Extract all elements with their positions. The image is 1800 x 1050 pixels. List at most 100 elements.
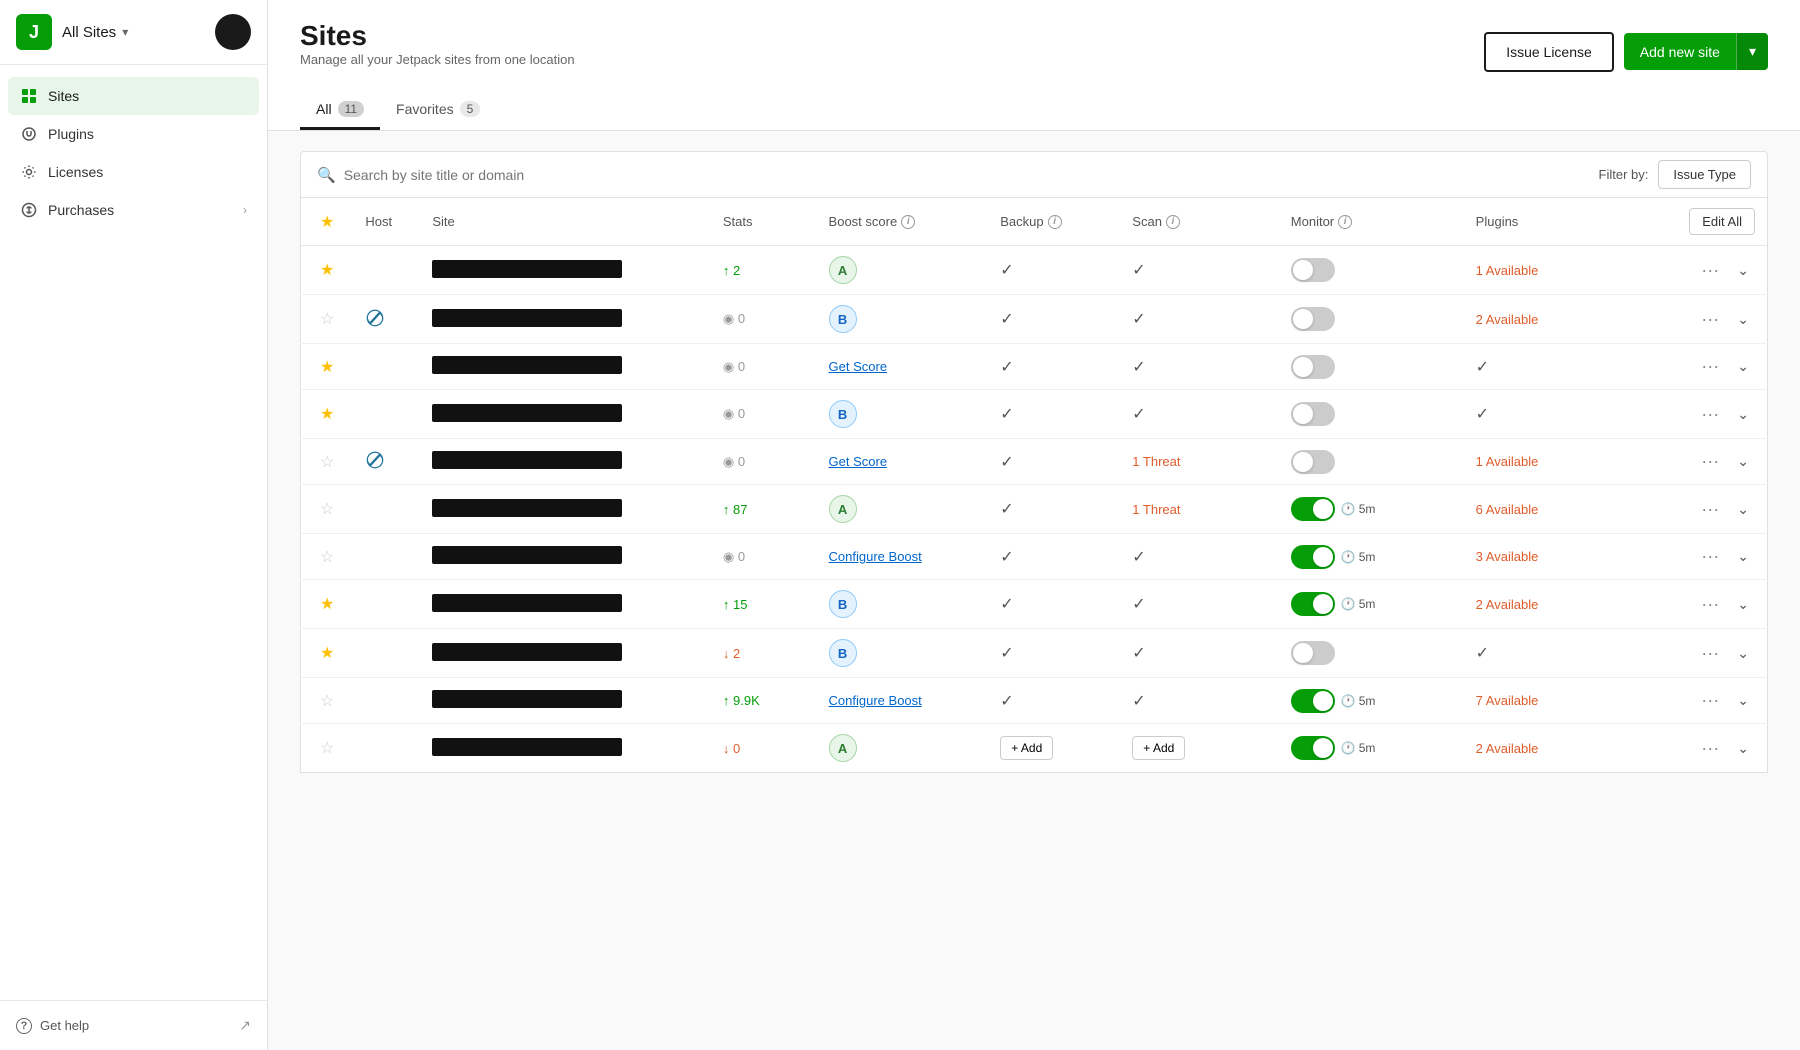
star-icon[interactable]: ☆ [320,740,334,757]
boost-info-icon[interactable]: i [901,215,915,229]
more-options-button[interactable]: ··· [1695,354,1725,379]
monitor-toggle[interactable] [1291,689,1335,713]
monitor-toggle[interactable] [1291,307,1335,331]
star-cell[interactable]: ☆ [301,724,354,773]
star-cell[interactable]: ☆ [301,295,354,344]
boost-link[interactable]: Get Score [829,454,888,469]
filter-issue-type-button[interactable]: Issue Type [1658,160,1751,189]
more-options-button[interactable]: ··· [1695,307,1725,332]
more-options-button[interactable]: ··· [1695,544,1725,569]
star-icon[interactable]: ☆ [320,311,334,328]
boost-link[interactable]: Get Score [829,359,888,374]
more-options-button[interactable]: ··· [1695,736,1725,761]
boost-cell[interactable]: B [817,580,989,629]
monitor-toggle[interactable] [1291,641,1335,665]
star-icon[interactable]: ☆ [320,549,334,566]
star-cell[interactable]: ☆ [301,485,354,534]
plugins-available[interactable]: 1 Available [1476,263,1539,278]
boost-link[interactable]: Configure Boost [829,693,922,708]
avatar[interactable] [215,14,251,50]
boost-cell[interactable]: Get Score [817,439,989,485]
tab-all[interactable]: All 11 [300,91,380,130]
star-cell[interactable]: ☆ [301,439,354,485]
star-icon[interactable]: ★ [320,645,334,662]
boost-cell[interactable]: B [817,629,989,678]
expand-row-button[interactable]: ⌄ [1731,451,1755,472]
scan-threat-link[interactable]: 1 Threat [1132,502,1180,517]
expand-row-button[interactable]: ⌄ [1731,690,1755,711]
backup-add-button[interactable]: + Add [1000,736,1053,760]
help-link[interactable]: ? Get help [16,1018,89,1034]
sidebar-item-purchases[interactable]: Purchases › [8,191,259,229]
star-icon[interactable]: ★ [320,406,334,423]
expand-row-button[interactable]: ⌄ [1731,356,1755,377]
expand-row-button[interactable]: ⌄ [1731,260,1755,281]
search-input[interactable] [344,167,1589,183]
plugins-available[interactable]: 1 Available [1476,454,1539,469]
sidebar-item-plugins[interactable]: Plugins [8,115,259,153]
boost-cell[interactable]: B [817,295,989,344]
more-options-button[interactable]: ··· [1695,641,1725,666]
backup-info-icon[interactable]: i [1048,215,1062,229]
plugins-available[interactable]: 2 Available [1476,312,1539,327]
scan-add-button[interactable]: + Add [1132,736,1185,760]
more-options-button[interactable]: ··· [1695,592,1725,617]
scan-threat-link[interactable]: 1 Threat [1132,454,1180,469]
star-cell[interactable]: ☆ [301,678,354,724]
star-cell[interactable]: ☆ [301,534,354,580]
monitor-toggle[interactable] [1291,450,1335,474]
expand-row-button[interactable]: ⌄ [1731,594,1755,615]
plugins-available[interactable]: 7 Available [1476,693,1539,708]
issue-license-button[interactable]: Issue License [1484,32,1614,72]
edit-all-button[interactable]: Edit All [1689,208,1755,235]
sidebar-item-sites[interactable]: Sites [8,77,259,115]
add-new-site-button[interactable]: Add new site ▾ [1624,33,1768,70]
external-link-icon[interactable]: ↗ [239,1017,251,1034]
more-options-button[interactable]: ··· [1695,497,1725,522]
more-options-button[interactable]: ··· [1695,258,1725,283]
boost-cell[interactable]: Configure Boost [817,534,989,580]
star-cell[interactable]: ★ [301,246,354,295]
monitor-toggle[interactable] [1291,258,1335,282]
monitor-toggle[interactable] [1291,402,1335,426]
star-icon[interactable]: ★ [320,359,334,376]
boost-cell[interactable]: Get Score [817,344,989,390]
plugins-available[interactable]: 3 Available [1476,549,1539,564]
boost-cell[interactable]: B [817,390,989,439]
monitor-info-icon[interactable]: i [1338,215,1352,229]
monitor-toggle[interactable] [1291,736,1335,760]
expand-row-button[interactable]: ⌄ [1731,499,1755,520]
star-icon[interactable]: ☆ [320,501,334,518]
expand-row-button[interactable]: ⌄ [1731,738,1755,759]
expand-row-button[interactable]: ⌄ [1731,404,1755,425]
star-icon[interactable]: ★ [320,262,334,279]
boost-cell[interactable]: A [817,724,989,773]
star-icon[interactable]: ☆ [320,454,334,471]
star-cell[interactable]: ★ [301,580,354,629]
expand-row-button[interactable]: ⌄ [1731,643,1755,664]
boost-link[interactable]: Configure Boost [829,549,922,564]
star-icon[interactable]: ☆ [320,693,334,710]
monitor-toggle[interactable] [1291,355,1335,379]
star-cell[interactable]: ★ [301,390,354,439]
boost-cell[interactable]: A [817,485,989,534]
boost-cell[interactable]: A [817,246,989,295]
scan-info-icon[interactable]: i [1166,215,1180,229]
plugins-available[interactable]: 2 Available [1476,741,1539,756]
sidebar-item-licenses[interactable]: Licenses [8,153,259,191]
star-cell[interactable]: ★ [301,344,354,390]
chevron-down-icon[interactable]: ▾ [1736,33,1768,70]
more-options-button[interactable]: ··· [1695,688,1725,713]
boost-cell[interactable]: Configure Boost [817,678,989,724]
expand-row-button[interactable]: ⌄ [1731,309,1755,330]
plugins-available[interactable]: 2 Available [1476,597,1539,612]
more-options-button[interactable]: ··· [1695,402,1725,427]
expand-row-button[interactable]: ⌄ [1731,546,1755,567]
monitor-toggle[interactable] [1291,592,1335,616]
tab-favorites[interactable]: Favorites 5 [380,91,496,130]
monitor-toggle[interactable] [1291,497,1335,521]
star-cell[interactable]: ★ [301,629,354,678]
monitor-toggle[interactable] [1291,545,1335,569]
site-selector[interactable]: All Sites ▾ [62,24,128,41]
plugins-available[interactable]: 6 Available [1476,502,1539,517]
